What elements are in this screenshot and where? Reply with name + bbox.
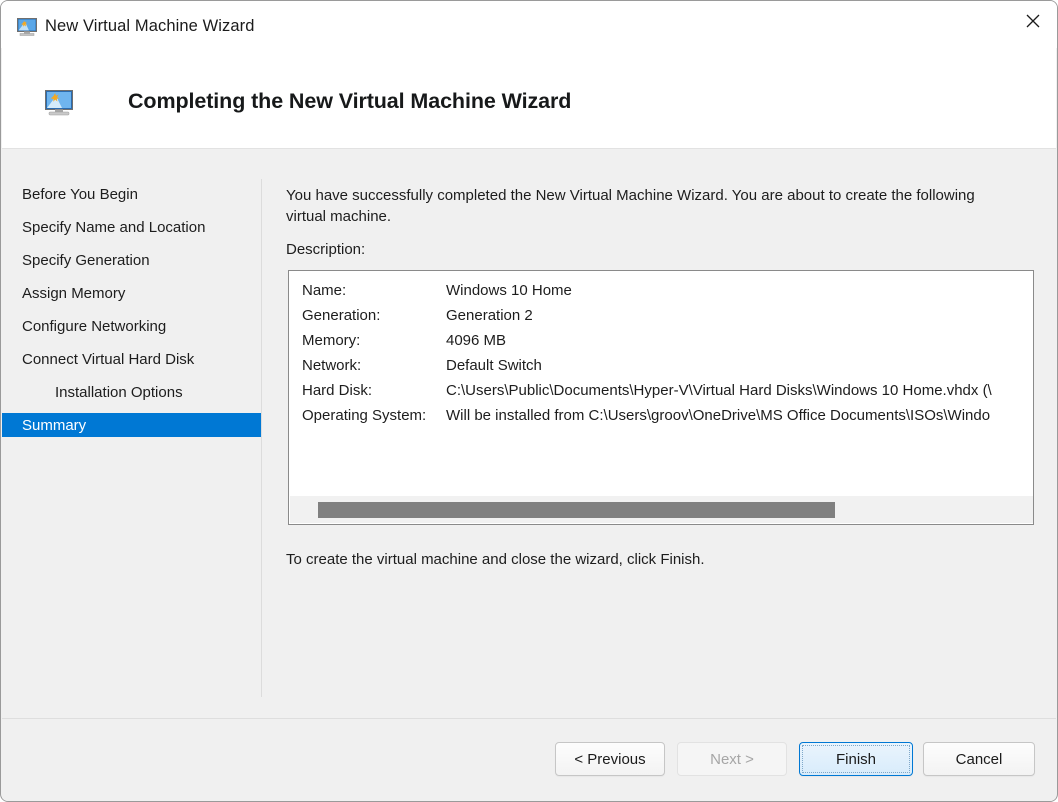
- wizard-body: Before You Begin Specify Name and Locati…: [2, 149, 1056, 719]
- close-icon[interactable]: [1009, 1, 1057, 41]
- sidebar-item-label: Configure Networking: [2, 318, 166, 335]
- description-list: Name: Windows 10 Home Generation: Genera…: [289, 271, 1033, 487]
- finish-button-label: Finish: [836, 751, 876, 768]
- scrollbar-thumb[interactable]: [318, 502, 835, 518]
- wizard-header: Completing the New Virtual Machine Wizar…: [2, 48, 1056, 149]
- detail-key: Operating System:: [302, 404, 452, 428]
- cancel-button[interactable]: Cancel: [923, 742, 1035, 776]
- previous-button[interactable]: < Previous: [555, 742, 665, 776]
- next-button-label: Next >: [710, 751, 754, 768]
- sidebar-item-configure-networking[interactable]: Configure Networking: [2, 314, 261, 338]
- wizard-content-pane: You have successfully completed the New …: [286, 149, 1046, 698]
- sidebar-item-installation-options[interactable]: Installation Options: [2, 380, 261, 404]
- sidebar-item-label: Assign Memory: [2, 285, 125, 302]
- detail-key: Memory:: [302, 329, 452, 353]
- sidebar-item-summary[interactable]: Summary: [2, 413, 261, 437]
- detail-key: Network:: [302, 354, 452, 378]
- detail-value: Generation 2: [446, 304, 533, 328]
- horizontal-scrollbar[interactable]: [290, 495, 1034, 523]
- sidebar-item-specify-generation[interactable]: Specify Generation: [2, 248, 261, 272]
- detail-key: Generation:: [302, 304, 452, 328]
- sidebar-item-label: Installation Options: [2, 384, 183, 401]
- intro-text: You have successfully completed the New …: [286, 185, 986, 227]
- detail-key: Name:: [302, 279, 452, 303]
- sidebar-item-label: Connect Virtual Hard Disk: [2, 351, 194, 368]
- sidebar-item-label: Summary: [2, 417, 86, 434]
- previous-button-label: < Previous: [574, 751, 645, 768]
- virtual-machine-monitor-icon: [45, 90, 73, 116]
- new-virtual-machine-wizard-window: New Virtual Machine Wizard Completing th…: [0, 0, 1058, 802]
- sidebar-item-assign-memory[interactable]: Assign Memory: [2, 281, 261, 305]
- detail-value: 4096 MB: [446, 329, 506, 353]
- sidebar-divider: [261, 179, 262, 697]
- detail-value: C:\Users\Public\Documents\Hyper-V\Virtua…: [446, 379, 992, 403]
- virtual-machine-monitor-icon: [17, 18, 37, 36]
- detail-value: Default Switch: [446, 354, 542, 378]
- cancel-button-label: Cancel: [956, 751, 1003, 768]
- title-bar: New Virtual Machine Wizard: [1, 1, 1057, 48]
- finish-button[interactable]: Finish: [799, 742, 913, 776]
- detail-key: Hard Disk:: [302, 379, 452, 403]
- description-label: Description:: [286, 241, 365, 258]
- sidebar-item-label: Before You Begin: [2, 186, 138, 203]
- sidebar-item-label: Specify Generation: [2, 252, 150, 269]
- description-box[interactable]: Name: Windows 10 Home Generation: Genera…: [288, 270, 1034, 525]
- wizard-footer: < Previous Next > Finish Cancel: [2, 720, 1056, 801]
- next-button: Next >: [677, 742, 787, 776]
- sidebar-item-before-you-begin[interactable]: Before You Begin: [2, 182, 261, 206]
- wizard-steps-sidebar: Before You Begin Specify Name and Locati…: [2, 149, 261, 698]
- detail-value: Will be installed from C:\Users\groov\On…: [446, 404, 990, 428]
- window-title: New Virtual Machine Wizard: [45, 17, 255, 36]
- closing-instruction-text: To create the virtual machine and close …: [286, 551, 705, 568]
- sidebar-item-label: Specify Name and Location: [2, 219, 205, 236]
- detail-value: Windows 10 Home: [446, 279, 572, 303]
- page-title: Completing the New Virtual Machine Wizar…: [128, 89, 571, 114]
- sidebar-item-connect-virtual-hard-disk[interactable]: Connect Virtual Hard Disk: [2, 347, 261, 371]
- sidebar-item-specify-name-and-location[interactable]: Specify Name and Location: [2, 215, 261, 239]
